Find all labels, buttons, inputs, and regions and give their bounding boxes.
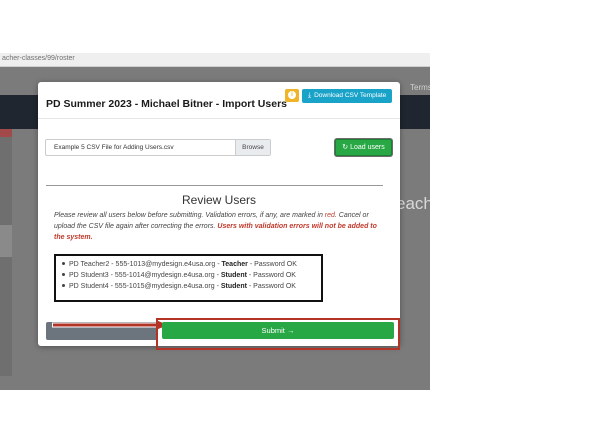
user-role: Student: [220, 272, 247, 279]
user-name-email: PD Student4 - 555-1015@mydesign.e4usa.or…: [69, 283, 215, 290]
screenshot-stage: acher-classes/99/roster Terms a eacher P…: [0, 0, 592, 444]
download-icon: ⤓: [308, 92, 312, 99]
background-heading: eacher: [396, 194, 430, 213]
modal-title: PD Summer 2023 - Michael Bitner - Import…: [46, 98, 287, 110]
background-terms-link: Terms a: [410, 83, 430, 92]
app-sidebar: [0, 129, 12, 376]
sidebar-item-active[interactable]: [0, 225, 12, 257]
refresh-icon: ↻: [342, 144, 349, 151]
user-role: Student: [220, 283, 247, 290]
browse-button[interactable]: Browse: [235, 140, 270, 155]
user-status: Password OK: [253, 272, 296, 279]
annotation-arrow-icon: [52, 319, 170, 331]
info-button[interactable]: i: [285, 89, 299, 102]
user-name-email: PD Student3 - 555-1014@mydesign.e4usa.or…: [69, 272, 215, 279]
review-instructions: Please review all users below before sub…: [54, 210, 386, 243]
review-text-red-word: red: [324, 212, 335, 219]
list-item: PD Student4 - 555-1015@mydesign.e4usa.or…: [62, 281, 297, 292]
user-status: Password OK: [253, 283, 296, 290]
address-bar[interactable]: acher-classes/99/roster: [0, 53, 430, 67]
user-role: Teacher: [221, 261, 248, 268]
csv-file-input[interactable]: Example 5 CSV File for Adding Users.csv …: [45, 139, 271, 156]
list-item: PD Teacher2 - 555-1013@mydesign.e4usa.or…: [62, 259, 297, 270]
users-list: PD Teacher2 - 555-1013@mydesign.e4usa.or…: [62, 259, 297, 292]
user-name-email: PD Teacher2 - 555-1013@mydesign.e4usa.or…: [69, 261, 216, 268]
address-bar-url: acher-classes/99/roster: [2, 55, 75, 62]
download-csv-template-button[interactable]: ⤓ Download CSV Template: [302, 89, 392, 103]
review-users-title: Review Users: [181, 193, 256, 207]
user-status: Password OK: [254, 261, 297, 268]
download-csv-label: Download CSV Template: [314, 92, 387, 99]
info-circle-icon: i: [288, 91, 296, 99]
load-users-button[interactable]: ↻ Load users: [335, 139, 392, 156]
review-text-part1: Please review all users below before sub…: [54, 212, 325, 219]
submit-button[interactable]: Submit →: [162, 322, 394, 339]
list-item: PD Student3 - 555-1014@mydesign.e4usa.or…: [62, 270, 297, 281]
modal-header-divider: [38, 118, 400, 119]
review-divider: [46, 185, 383, 186]
load-users-label: Load users: [350, 144, 385, 151]
sidebar-accent: [0, 129, 12, 137]
bullet-icon: [62, 284, 65, 287]
bullet-icon: [62, 262, 65, 265]
file-name-text: Example 5 CSV File for Adding Users.csv: [54, 144, 174, 151]
users-list-highlight: PD Teacher2 - 555-1013@mydesign.e4usa.or…: [54, 254, 323, 302]
bullet-icon: [62, 273, 65, 276]
import-users-modal: PD Summer 2023 - Michael Bitner - Import…: [38, 82, 400, 350]
